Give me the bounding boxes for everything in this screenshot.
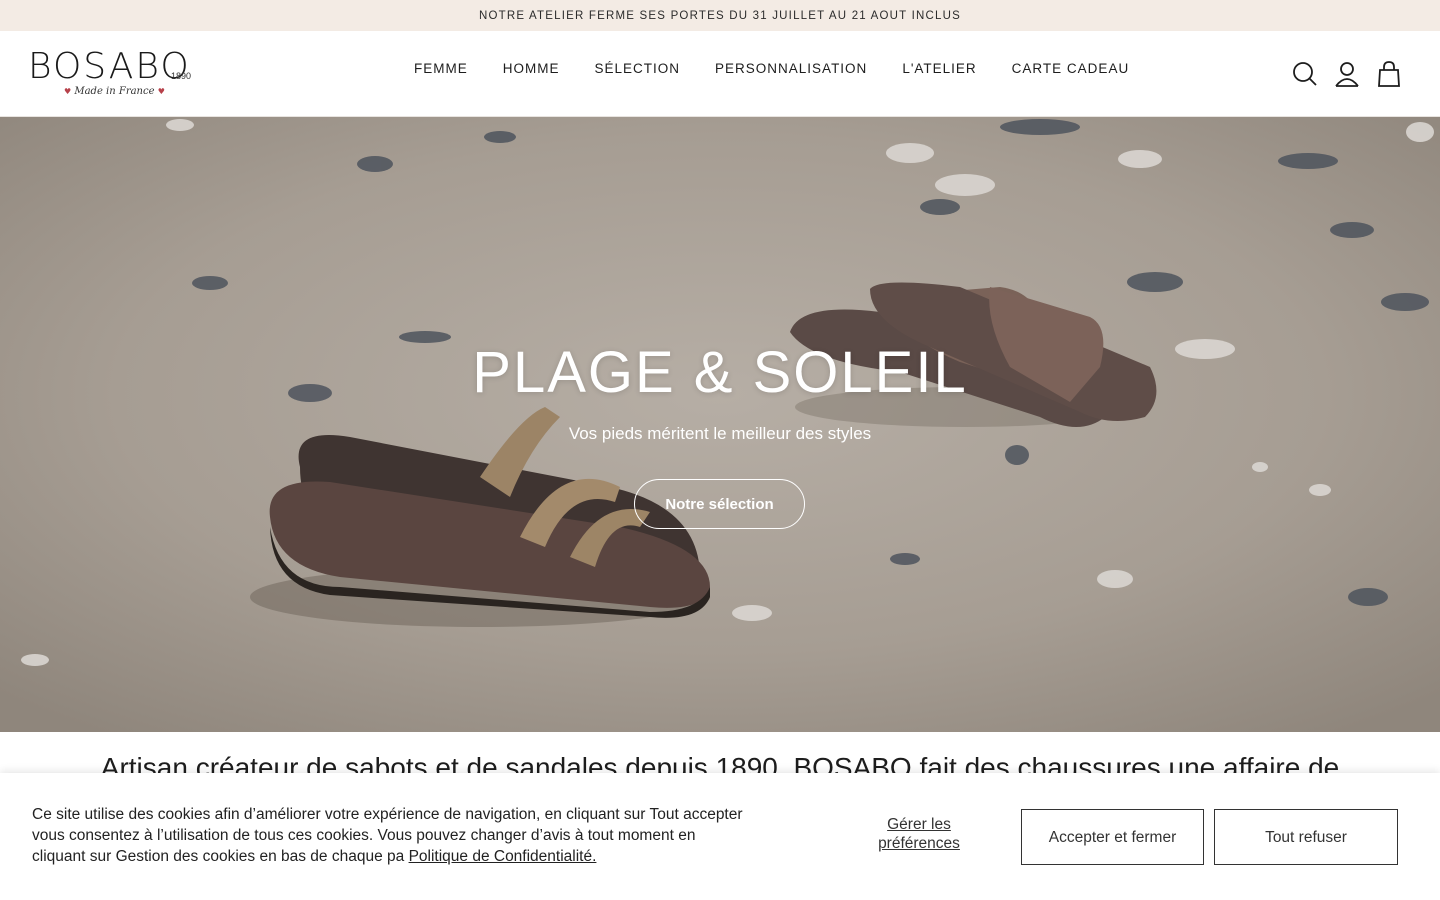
site-header: BOSABO 1890 ♥ Made in France ♥ FEMME HOM… (0, 31, 1440, 117)
brand-logo[interactable]: BOSABO 1890 ♥ Made in France ♥ (28, 47, 198, 105)
nav-item-personnalisation[interactable]: PERSONNALISATION (715, 61, 867, 76)
hero-banner: PLAGE & SOLEIL Vos pieds méritent le mei… (0, 117, 1440, 732)
logo-tagline: Made in France (74, 86, 155, 97)
logo-tagline-row: ♥ Made in France ♥ (64, 86, 165, 97)
heart-icon: ♥ (157, 87, 165, 96)
nav-item-homme[interactable]: HOMME (503, 61, 560, 76)
announcement-text: NOTRE ATELIER FERME SES PORTES DU 31 JUI… (479, 9, 961, 22)
nav-item-femme[interactable]: FEMME (414, 61, 468, 76)
logo-year: 1890 (171, 71, 192, 81)
manage-preferences-link[interactable]: Gérer les préférences (858, 815, 980, 853)
account-icon[interactable] (1334, 60, 1360, 88)
accept-close-button[interactable]: Accepter et fermer (1021, 809, 1204, 865)
heart-icon: ♥ (64, 87, 72, 96)
nav-item-carte-cadeau[interactable]: CARTE CADEAU (1012, 61, 1130, 76)
cart-icon[interactable] (1376, 60, 1402, 88)
cookie-text-block: Ce site utilise des cookies afin d’améli… (32, 804, 752, 867)
main-nav: FEMME HOMME SÉLECTION PERSONNALISATION L… (414, 61, 1129, 76)
logo-brand-text: BOSABO (28, 46, 191, 87)
hero-subtitle: Vos pieds méritent le meilleur des style… (568, 424, 872, 443)
hero-title: PLAGE & SOLEIL (472, 340, 968, 405)
announcement-bar: NOTRE ATELIER FERME SES PORTES DU 31 JUI… (0, 0, 1440, 31)
privacy-policy-link[interactable]: Politique de Confidentialité. (409, 848, 597, 865)
hero-cta-button[interactable]: Notre sélection (634, 479, 805, 529)
refuse-all-button[interactable]: Tout refuser (1214, 809, 1398, 865)
cookie-banner: Ce site utilise des cookies afin d’améli… (0, 773, 1440, 900)
search-icon[interactable] (1292, 60, 1318, 88)
cookie-message: Ce site utilise des cookies afin d’améli… (32, 806, 743, 865)
nav-item-atelier[interactable]: L'ATELIER (902, 61, 976, 76)
header-icons (1292, 60, 1402, 88)
nav-item-selection[interactable]: SÉLECTION (595, 61, 681, 76)
